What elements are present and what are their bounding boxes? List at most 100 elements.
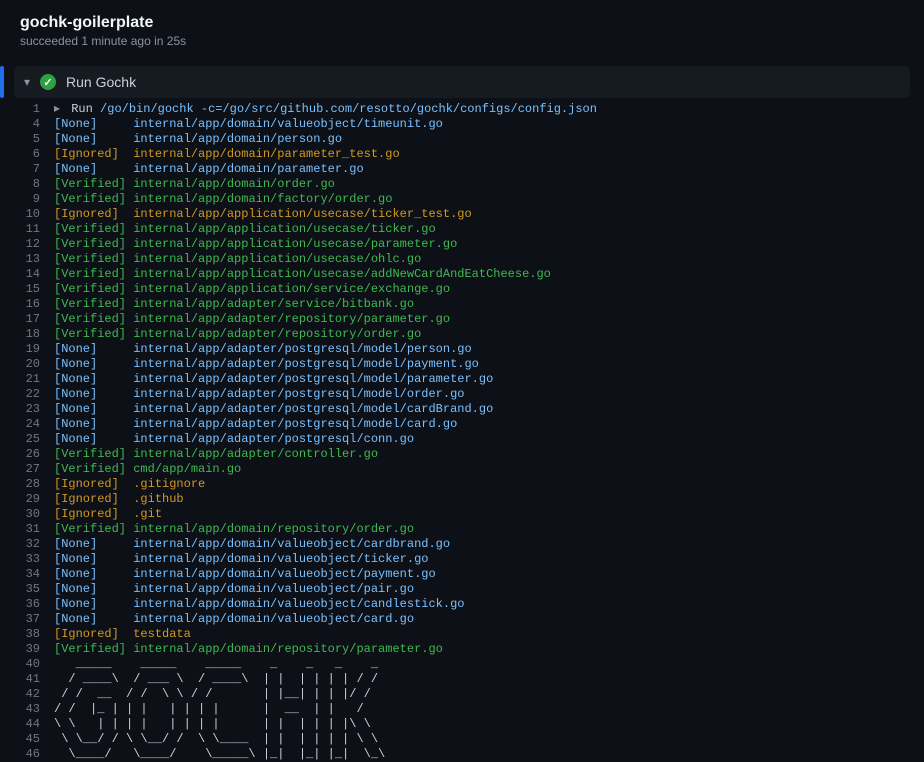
log-line: 36[None] internal/app/domain/valueobject…: [14, 597, 910, 612]
file-path: internal/app/adapter/postgresql/model/pe…: [133, 342, 471, 357]
line-number: 28: [14, 477, 54, 492]
log-line: 40 _____ _____ _____ _ _ _ _: [14, 657, 910, 672]
line-number: 24: [14, 417, 54, 432]
file-path: .github: [133, 492, 183, 507]
log-line: 35[None] internal/app/domain/valueobject…: [14, 582, 910, 597]
file-path: internal/app/application/usecase/ticker.…: [133, 222, 435, 237]
status-tag: [Verified]: [54, 522, 133, 537]
line-number: 40: [14, 657, 54, 672]
log-line: 33[None] internal/app/domain/valueobject…: [14, 552, 910, 567]
line-number: 20: [14, 357, 54, 372]
line-number: 21: [14, 372, 54, 387]
log-line: 10[Ignored] internal/app/application/use…: [14, 207, 910, 222]
log-line: 20[None] internal/app/adapter/postgresql…: [14, 357, 910, 372]
status-tag: [Ignored]: [54, 507, 133, 522]
log-line: 16[Verified] internal/app/adapter/servic…: [14, 297, 910, 312]
file-path: internal/app/domain/valueobject/pair.go: [133, 582, 414, 597]
status-tag: [Verified]: [54, 252, 133, 267]
file-path: internal/app/adapter/postgresql/model/or…: [133, 387, 464, 402]
line-number: 38: [14, 627, 54, 642]
status-tag: [Verified]: [54, 312, 133, 327]
status-tag: [None]: [54, 357, 133, 372]
file-path: internal/app/adapter/postgresql/model/ca…: [133, 402, 493, 417]
log-line: 42 / / __ / / \ \ / / | |__| | | |/ /: [14, 687, 910, 702]
step-name: Run Gochk: [66, 74, 136, 90]
ascii-art: \ \__/ / \ \__/ / \ \____ | | | | | | \ …: [54, 732, 378, 747]
log-line: 17[Verified] internal/app/adapter/reposi…: [14, 312, 910, 327]
log-line: 29[Ignored] .github: [14, 492, 910, 507]
file-path: internal/app/domain/valueobject/card.go: [133, 612, 414, 627]
status-tag: [Verified]: [54, 297, 133, 312]
check-circle-icon: ✓: [40, 74, 56, 90]
line-number: 27: [14, 462, 54, 477]
log-line: 24[None] internal/app/adapter/postgresql…: [14, 417, 910, 432]
line-number: 32: [14, 537, 54, 552]
log-line: 9[Verified] internal/app/domain/factory/…: [14, 192, 910, 207]
log-line: 13[Verified] internal/app/application/us…: [14, 252, 910, 267]
line-number: 7: [14, 162, 54, 177]
ascii-art: \ \ | | | | | | | | | | | | | |\ \: [54, 717, 371, 732]
disclosure-triangle-icon[interactable]: ▸: [54, 102, 71, 117]
file-path: cmd/app/main.go: [133, 462, 241, 477]
log-line: 34[None] internal/app/domain/valueobject…: [14, 567, 910, 582]
status-tag: [None]: [54, 612, 133, 627]
status-tag: [Ignored]: [54, 627, 133, 642]
log-line: 23[None] internal/app/adapter/postgresql…: [14, 402, 910, 417]
file-path: internal/app/application/usecase/ohlc.go: [133, 252, 421, 267]
line-number: 31: [14, 522, 54, 537]
ascii-art: _____ _____ _____ _ _ _ _: [54, 657, 378, 672]
file-path: internal/app/domain/person.go: [133, 132, 342, 147]
log-line: 39[Verified] internal/app/domain/reposit…: [14, 642, 910, 657]
line-number: 45: [14, 732, 54, 747]
status-tag: [Verified]: [54, 267, 133, 282]
log-line: 1▸ Run /go/bin/gochk -c=/go/src/github.c…: [14, 102, 910, 117]
line-number: 43: [14, 702, 54, 717]
line-number: 8: [14, 177, 54, 192]
ascii-art: / ____\ / ___ \ / ____\ | | | | | | / /: [54, 672, 378, 687]
line-number: 1: [14, 102, 54, 117]
log-line: 30[Ignored] .git: [14, 507, 910, 522]
line-number: 30: [14, 507, 54, 522]
file-path: internal/app/adapter/postgresql/model/pa…: [133, 357, 479, 372]
status-tag: [Verified]: [54, 177, 133, 192]
log-line: 7[None] internal/app/domain/parameter.go: [14, 162, 910, 177]
status-tag: [Verified]: [54, 222, 133, 237]
file-path: internal/app/adapter/postgresql/model/pa…: [133, 372, 493, 387]
file-path: internal/app/adapter/controller.go: [133, 447, 378, 462]
status-tag: [None]: [54, 372, 133, 387]
file-path: internal/app/adapter/repository/paramete…: [133, 312, 450, 327]
status-tag: [Ignored]: [54, 492, 133, 507]
line-number: 37: [14, 612, 54, 627]
status-tag: [Ignored]: [54, 147, 133, 162]
chevron-down-icon[interactable]: ▾: [24, 75, 30, 89]
line-number: 14: [14, 267, 54, 282]
log-line: 27[Verified] cmd/app/main.go: [14, 462, 910, 477]
file-path: internal/app/adapter/service/bitbank.go: [133, 297, 414, 312]
status-tag: [None]: [54, 552, 133, 567]
line-number: 19: [14, 342, 54, 357]
line-number: 44: [14, 717, 54, 732]
step-header[interactable]: ▾ ✓ Run Gochk: [14, 66, 910, 98]
file-path: internal/app/domain/valueobject/cardbran…: [133, 537, 450, 552]
subtitle-in: in: [151, 34, 167, 48]
line-number: 15: [14, 282, 54, 297]
status-tag: [Verified]: [54, 282, 133, 297]
file-path: internal/app/domain/valueobject/ticker.g…: [133, 552, 428, 567]
line-number: 17: [14, 312, 54, 327]
run-command: Run /go/bin/gochk -c=/go/src/github.com/…: [71, 102, 597, 117]
line-number: 9: [14, 192, 54, 207]
file-path: internal/app/application/service/exchang…: [133, 282, 450, 297]
line-number: 13: [14, 252, 54, 267]
file-path: internal/app/domain/order.go: [133, 177, 335, 192]
workflow-title: gochk-goilerplate: [20, 14, 904, 32]
file-path: internal/app/adapter/postgresql/model/ca…: [133, 417, 457, 432]
file-path: internal/app/adapter/postgresql/conn.go: [133, 432, 414, 447]
log-line: 25[None] internal/app/adapter/postgresql…: [14, 432, 910, 447]
line-number: 4: [14, 117, 54, 132]
line-number: 23: [14, 402, 54, 417]
log-line: 28[Ignored] .gitignore: [14, 477, 910, 492]
status-tag: [None]: [54, 162, 133, 177]
log-line: 8[Verified] internal/app/domain/order.go: [14, 177, 910, 192]
log-line: 21[None] internal/app/adapter/postgresql…: [14, 372, 910, 387]
line-number: 16: [14, 297, 54, 312]
